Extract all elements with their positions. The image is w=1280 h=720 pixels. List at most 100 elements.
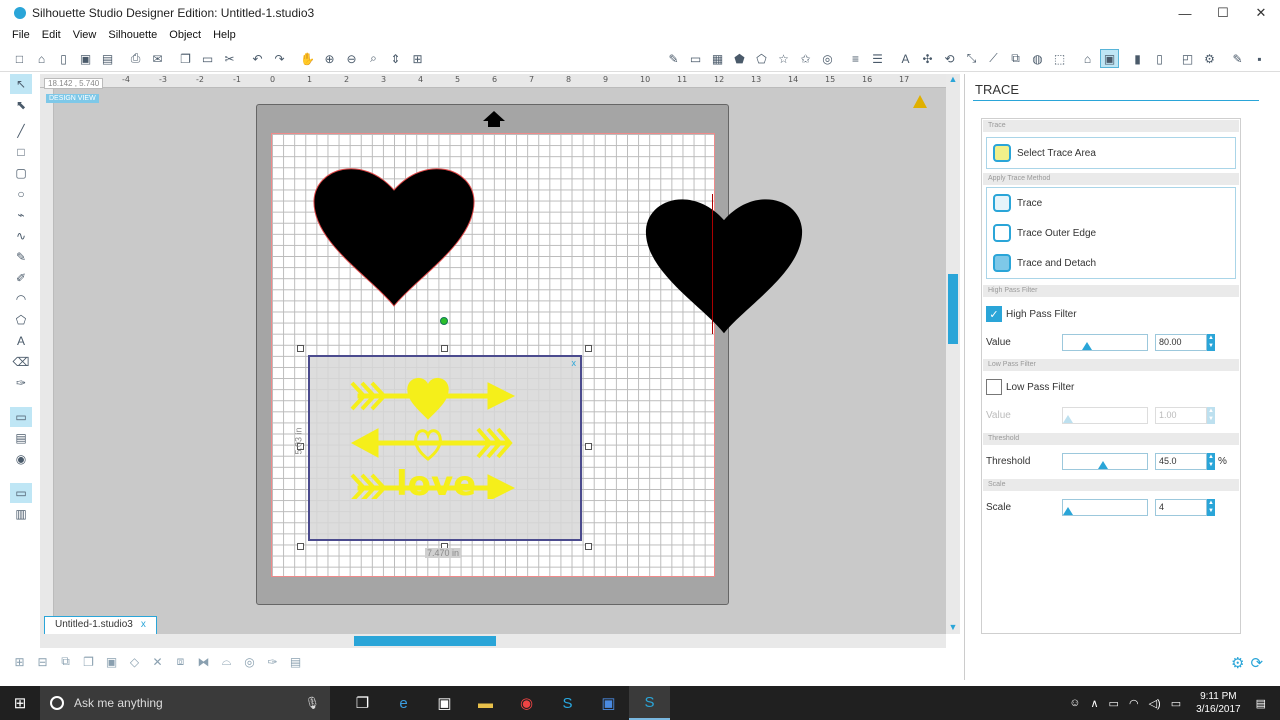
store-app-icon[interactable]: ▣ bbox=[424, 686, 465, 720]
vertical-scrollbar[interactable]: ▲ ▼ bbox=[946, 74, 960, 634]
text-tool-icon[interactable]: A bbox=[10, 331, 32, 351]
chrome-icon[interactable]: ◉ bbox=[506, 686, 547, 720]
task-view-icon[interactable]: ❐ bbox=[342, 686, 383, 720]
page-settings-icon[interactable]: ▭ bbox=[686, 49, 705, 68]
shape-edit-icon[interactable]: ✎ bbox=[664, 49, 683, 68]
resize-handle-r[interactable] bbox=[585, 443, 592, 450]
minimize-button[interactable]: — bbox=[1166, 0, 1204, 26]
clock[interactable]: 9:11 PM 3/16/2017 bbox=[1186, 690, 1251, 716]
refresh-icon[interactable]: ⟳ bbox=[1250, 654, 1263, 672]
menu-silhouette[interactable]: Silhouette bbox=[102, 29, 163, 41]
file-explorer-icon[interactable]: ▬ bbox=[465, 686, 506, 720]
microphone-icon[interactable]: 🎙 bbox=[305, 696, 320, 710]
grid-icon[interactable]: ▦ bbox=[708, 49, 727, 68]
wifi-icon[interactable]: ◠ bbox=[1124, 697, 1144, 710]
trace-outer-edge-button[interactable]: Trace Outer Edge bbox=[987, 218, 1235, 248]
library-icon[interactable]: ▯ bbox=[54, 49, 73, 68]
scale-slider[interactable] bbox=[1062, 499, 1148, 516]
modify-icon[interactable]: ⬚ bbox=[1050, 49, 1069, 68]
resize-handle-tr[interactable] bbox=[585, 345, 592, 352]
people-icon[interactable]: ☺ bbox=[1064, 697, 1085, 709]
new-document-icon[interactable]: □ bbox=[10, 49, 29, 68]
point-edit-tool-icon[interactable]: ⬉ bbox=[10, 95, 32, 115]
knife-tool-icon[interactable]: ✑ bbox=[10, 373, 32, 393]
save-library-icon[interactable]: ▤ bbox=[98, 49, 117, 68]
polygon-tool-icon[interactable]: ⌁ bbox=[10, 205, 32, 225]
menu-file[interactable]: File bbox=[6, 29, 36, 41]
fill-gradient-icon[interactable]: ⬠ bbox=[752, 49, 771, 68]
trace-icon[interactable]: ▣ bbox=[1100, 49, 1119, 68]
cortana-search[interactable]: Ask me anything 🎙 bbox=[40, 686, 330, 720]
zoom-in-icon[interactable]: ⊕ bbox=[320, 49, 339, 68]
threshold-spinner[interactable]: ▲ ▼ bbox=[1207, 453, 1215, 470]
release-compound-icon[interactable]: ❐ bbox=[79, 652, 98, 671]
threshold-value-field[interactable]: 45.0 bbox=[1155, 453, 1207, 470]
media-icon[interactable]: ▪ bbox=[1250, 49, 1269, 68]
group-icon[interactable]: ⊞ bbox=[10, 652, 29, 671]
duplicate-icon[interactable]: ⧈ bbox=[171, 652, 190, 671]
menu-view[interactable]: View bbox=[67, 29, 103, 41]
tab-close-icon[interactable]: x bbox=[141, 619, 146, 632]
rotation-handle[interactable] bbox=[440, 317, 448, 325]
scale-value-field[interactable]: 4 bbox=[1155, 499, 1207, 516]
resize-handle-br[interactable] bbox=[585, 543, 592, 550]
offset-icon[interactable]: ◍ bbox=[1028, 49, 1047, 68]
zoom-select-icon[interactable]: ⌕ bbox=[364, 49, 383, 68]
eraser-tool-icon[interactable]: ⌫ bbox=[10, 352, 32, 372]
compound-path-icon[interactable]: ⧉ bbox=[56, 652, 75, 671]
drag-zoom-icon[interactable]: ⇕ bbox=[386, 49, 405, 68]
arc-tool-icon[interactable]: ◠ bbox=[10, 289, 32, 309]
low-pass-slider[interactable] bbox=[1062, 407, 1148, 424]
horizontal-scrollbar[interactable] bbox=[40, 634, 946, 648]
rounded-rectangle-tool-icon[interactable]: ▢ bbox=[10, 163, 32, 183]
knife-icon[interactable]: ⟋ bbox=[984, 49, 1003, 68]
send-icon[interactable]: ✉ bbox=[148, 49, 167, 68]
resize-handle-tl[interactable] bbox=[297, 345, 304, 352]
library-bottom-icon[interactable]: ▤ bbox=[286, 652, 305, 671]
tab-untitled-1[interactable]: Untitled-1.studio3 x bbox=[44, 616, 157, 634]
regular-polygon-tool-icon[interactable]: ⬠ bbox=[10, 310, 32, 330]
pan-icon[interactable]: ✋ bbox=[298, 49, 317, 68]
store-icon[interactable]: ◉ bbox=[10, 449, 32, 469]
edge-browser-icon[interactable]: e bbox=[383, 686, 424, 720]
zoom-out-icon[interactable]: ⊖ bbox=[342, 49, 361, 68]
start-button-icon[interactable]: ⊞ bbox=[0, 686, 40, 720]
ungroup-icon[interactable]: ⊟ bbox=[33, 652, 52, 671]
scale-spinner[interactable]: ▲ ▼ bbox=[1207, 499, 1215, 516]
panel-toggle-icon[interactable]: ▭ bbox=[10, 483, 32, 503]
fill-pattern-icon[interactable]: ☆ bbox=[774, 49, 793, 68]
bring-to-front-icon[interactable]: ▣ bbox=[102, 652, 121, 671]
library-store-icon[interactable]: ⌂ bbox=[1078, 49, 1097, 68]
design-workspace[interactable]: -4 -3 -2 -1 0 1 2 3 4 5 6 7 8 9 10 11 12 13 14 15 16 17 18.14… bbox=[40, 74, 946, 634]
menu-edit[interactable]: Edit bbox=[36, 29, 67, 41]
design-view-icon[interactable]: ▭ bbox=[10, 407, 32, 427]
select-tool-icon[interactable]: ↖ bbox=[10, 74, 32, 94]
redo-icon[interactable]: ↷ bbox=[270, 49, 289, 68]
open-icon[interactable]: ⌂ bbox=[32, 49, 51, 68]
knife-bottom-icon[interactable]: ✑ bbox=[263, 652, 282, 671]
replicate-icon[interactable]: ⧉ bbox=[1006, 49, 1025, 68]
shadow-icon[interactable]: ✩ bbox=[796, 49, 815, 68]
ellipse-tool-icon[interactable]: ○ bbox=[10, 184, 32, 204]
line-style-icon[interactable]: ≡ bbox=[846, 49, 865, 68]
settings-gear-icon[interactable]: ⚙ bbox=[1231, 654, 1244, 672]
tray-chevron-icon[interactable]: ∧ bbox=[1085, 697, 1103, 710]
fill-color-icon[interactable]: ⬟ bbox=[730, 49, 749, 68]
mirror-icon[interactable]: ⧓ bbox=[194, 652, 213, 671]
line-tool-icon[interactable]: ╱ bbox=[10, 121, 32, 141]
scroll-up-icon[interactable]: ▲ bbox=[946, 74, 960, 86]
resize-handle-bl[interactable] bbox=[297, 543, 304, 550]
high-pass-checkbox[interactable]: ✓ bbox=[986, 306, 1002, 322]
warning-icon[interactable] bbox=[913, 95, 927, 108]
low-pass-value-field[interactable]: 1.00 bbox=[1155, 407, 1207, 424]
send-to-cutter-icon[interactable]: ▮ bbox=[1128, 49, 1147, 68]
curve-tool-icon[interactable]: ∿ bbox=[10, 226, 32, 246]
split-view-icon[interactable]: ▥ bbox=[10, 504, 32, 524]
transform-icon[interactable]: ✣ bbox=[918, 49, 937, 68]
delete-icon[interactable]: ✕ bbox=[148, 652, 167, 671]
rotate-icon[interactable]: ⟲ bbox=[940, 49, 959, 68]
smooth-freehand-tool-icon[interactable]: ✐ bbox=[10, 268, 32, 288]
paste-icon[interactable]: ▭ bbox=[198, 49, 217, 68]
save-icon[interactable]: ▣ bbox=[76, 49, 95, 68]
keyboard-icon[interactable]: ▭ bbox=[1166, 697, 1186, 710]
